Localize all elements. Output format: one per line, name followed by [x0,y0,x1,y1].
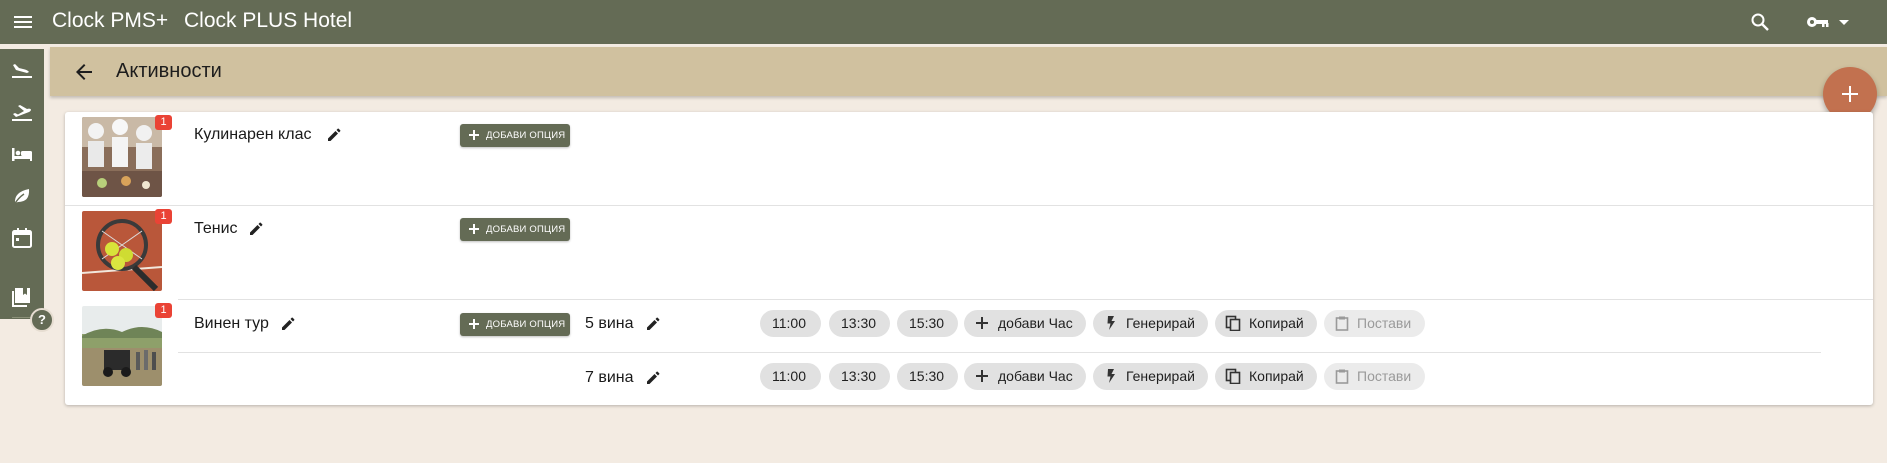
pencil-icon[interactable] [645,370,661,386]
account-key-menu[interactable] [1805,10,1853,34]
plus-icon [469,319,479,329]
generate-label: Генерирай [1126,315,1195,331]
add-option-button[interactable]: ДОБАВИ ОПЦИЯ [460,124,570,147]
flash-icon [1107,369,1115,383]
copy-label: Копирай [1249,368,1304,384]
activity-badge: 1 [155,209,172,224]
add-time-label: добави Час [998,315,1073,331]
activity-name: Кулинарен клас [194,126,312,143]
add-time-label: добави Час [998,368,1073,384]
row-divider [65,205,1873,206]
copy-icon [1225,368,1241,384]
plus-icon [976,317,988,329]
leaf-icon[interactable] [10,184,34,208]
time-chip[interactable]: 11:00 [760,310,821,337]
plus-icon [469,130,479,140]
activity-badge: 1 [155,303,172,318]
arrow-back-icon[interactable] [72,60,96,84]
add-option-label: ДОБАВИ ОПЦИЯ [486,130,566,141]
pencil-icon[interactable] [280,316,296,332]
time-chip[interactable]: 15:30 [897,363,958,390]
add-option-label: ДОБАВИ ОПЦИЯ [486,224,566,235]
copy-chip[interactable]: Копирай [1215,310,1317,337]
time-label: 15:30 [909,368,945,384]
time-label: 11:00 [772,315,806,331]
generate-label: Генерирай [1126,368,1195,384]
help-button[interactable]: ? [30,308,54,332]
time-label: 13:30 [841,368,877,384]
add-time-chip[interactable]: добави Час [964,363,1086,390]
time-chip[interactable]: 13:30 [829,363,890,390]
time-label: 15:30 [909,315,945,331]
calendar-icon[interactable] [10,226,34,250]
generate-chip[interactable]: Генерирай [1093,363,1208,390]
arrow-drop-down-icon [1839,20,1849,25]
pencil-icon[interactable] [645,316,661,332]
menu-icon[interactable] [12,11,34,33]
bed-icon[interactable] [10,142,34,166]
option-divider [178,352,1821,353]
flight-land-icon[interactable] [10,57,34,81]
activity-name: Винен тур [194,315,269,332]
plus-icon [469,224,479,234]
add-option-label: ДОБАВИ ОПЦИЯ [486,319,566,330]
plus-icon [1842,86,1858,102]
copy-label: Копирай [1249,315,1304,331]
time-chip[interactable]: 15:30 [897,310,958,337]
time-chip[interactable]: 13:30 [829,310,890,337]
side-navigation [0,49,44,319]
clipboard-icon [1335,369,1349,384]
pencil-icon[interactable] [248,221,264,237]
time-chip[interactable]: 11:00 [760,363,821,390]
activity-image-tennis[interactable] [82,211,162,291]
paste-label: Постави [1357,315,1412,331]
generate-chip[interactable]: Генерирай [1093,310,1208,337]
pencil-icon[interactable] [326,127,342,143]
copy-chip[interactable]: Копирай [1215,363,1317,390]
top-app-bar: Clock PMS+ Clock PLUS Hotel [0,0,1887,44]
flight-takeoff-icon[interactable] [10,100,34,124]
time-label: 11:00 [772,368,806,384]
hotel-name: Clock PLUS Hotel [184,9,353,32]
paste-chip[interactable]: Постави [1324,363,1425,390]
activity-badge: 1 [155,115,172,130]
paste-label: Постави [1357,368,1412,384]
activity-image-wine-tour[interactable] [82,306,162,386]
paste-chip[interactable]: Постави [1324,310,1425,337]
book-icon[interactable] [10,285,34,309]
page-title: Активности [116,60,222,82]
plus-icon [976,370,988,382]
flash-icon [1107,316,1115,330]
app-name: Clock PMS+ [52,9,169,32]
search-icon[interactable] [1748,10,1772,34]
activities-card: 1 Кулинарен клас ДОБАВИ ОПЦИЯ 1 Тенис ДО… [65,112,1873,405]
activity-image-culinary[interactable] [82,117,162,197]
add-time-chip[interactable]: добави Час [964,310,1086,337]
page-header: Активности [50,47,1887,96]
copy-icon [1225,315,1241,331]
row-divider [178,299,1873,300]
activity-name: Тенис [194,220,238,237]
add-option-button[interactable]: ДОБАВИ ОПЦИЯ [460,218,570,241]
option-name: 5 вина [585,315,634,332]
clipboard-icon [1335,316,1349,331]
option-name: 7 вина [585,369,634,386]
rail-divider [12,317,32,318]
time-label: 13:30 [841,315,877,331]
key-icon [1807,17,1829,27]
add-option-button[interactable]: ДОБАВИ ОПЦИЯ [460,313,570,336]
